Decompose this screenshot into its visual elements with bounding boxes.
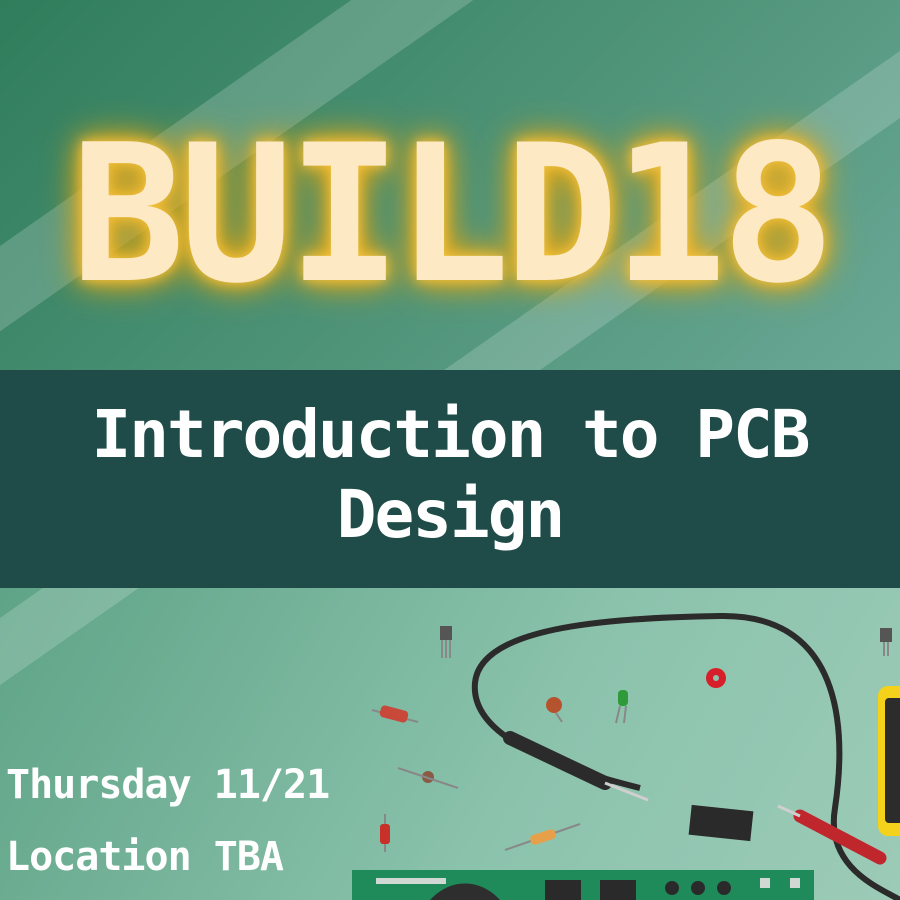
multimeter-icon (878, 686, 900, 836)
resistor-icon (380, 814, 390, 852)
event-poster: BUILD18 Introduction to PCB Design Thurs… (0, 0, 900, 900)
subtitle-line-2: Design (336, 476, 565, 553)
capacitor-icon (397, 767, 459, 789)
subtitle-line-1: Introduction to PCB (91, 396, 811, 473)
red-probe-icon (777, 804, 887, 865)
event-subtitle: Introduction to PCB Design (0, 395, 900, 555)
led-icon (615, 690, 628, 724)
transistor-icon (440, 626, 452, 658)
resistor-icon (371, 705, 419, 723)
transistor-icon (880, 628, 892, 656)
event-title: BUILD18 (70, 104, 836, 325)
ic-chip-icon (688, 804, 754, 842)
event-location: Location TBA (6, 834, 284, 880)
black-probe-icon (503, 731, 649, 802)
circuit-board-icon (352, 870, 814, 900)
capacitor-icon (546, 697, 563, 723)
washer-icon (706, 668, 726, 688)
event-date: Thursday 11/21 (6, 762, 330, 808)
resistor-icon (504, 823, 581, 851)
